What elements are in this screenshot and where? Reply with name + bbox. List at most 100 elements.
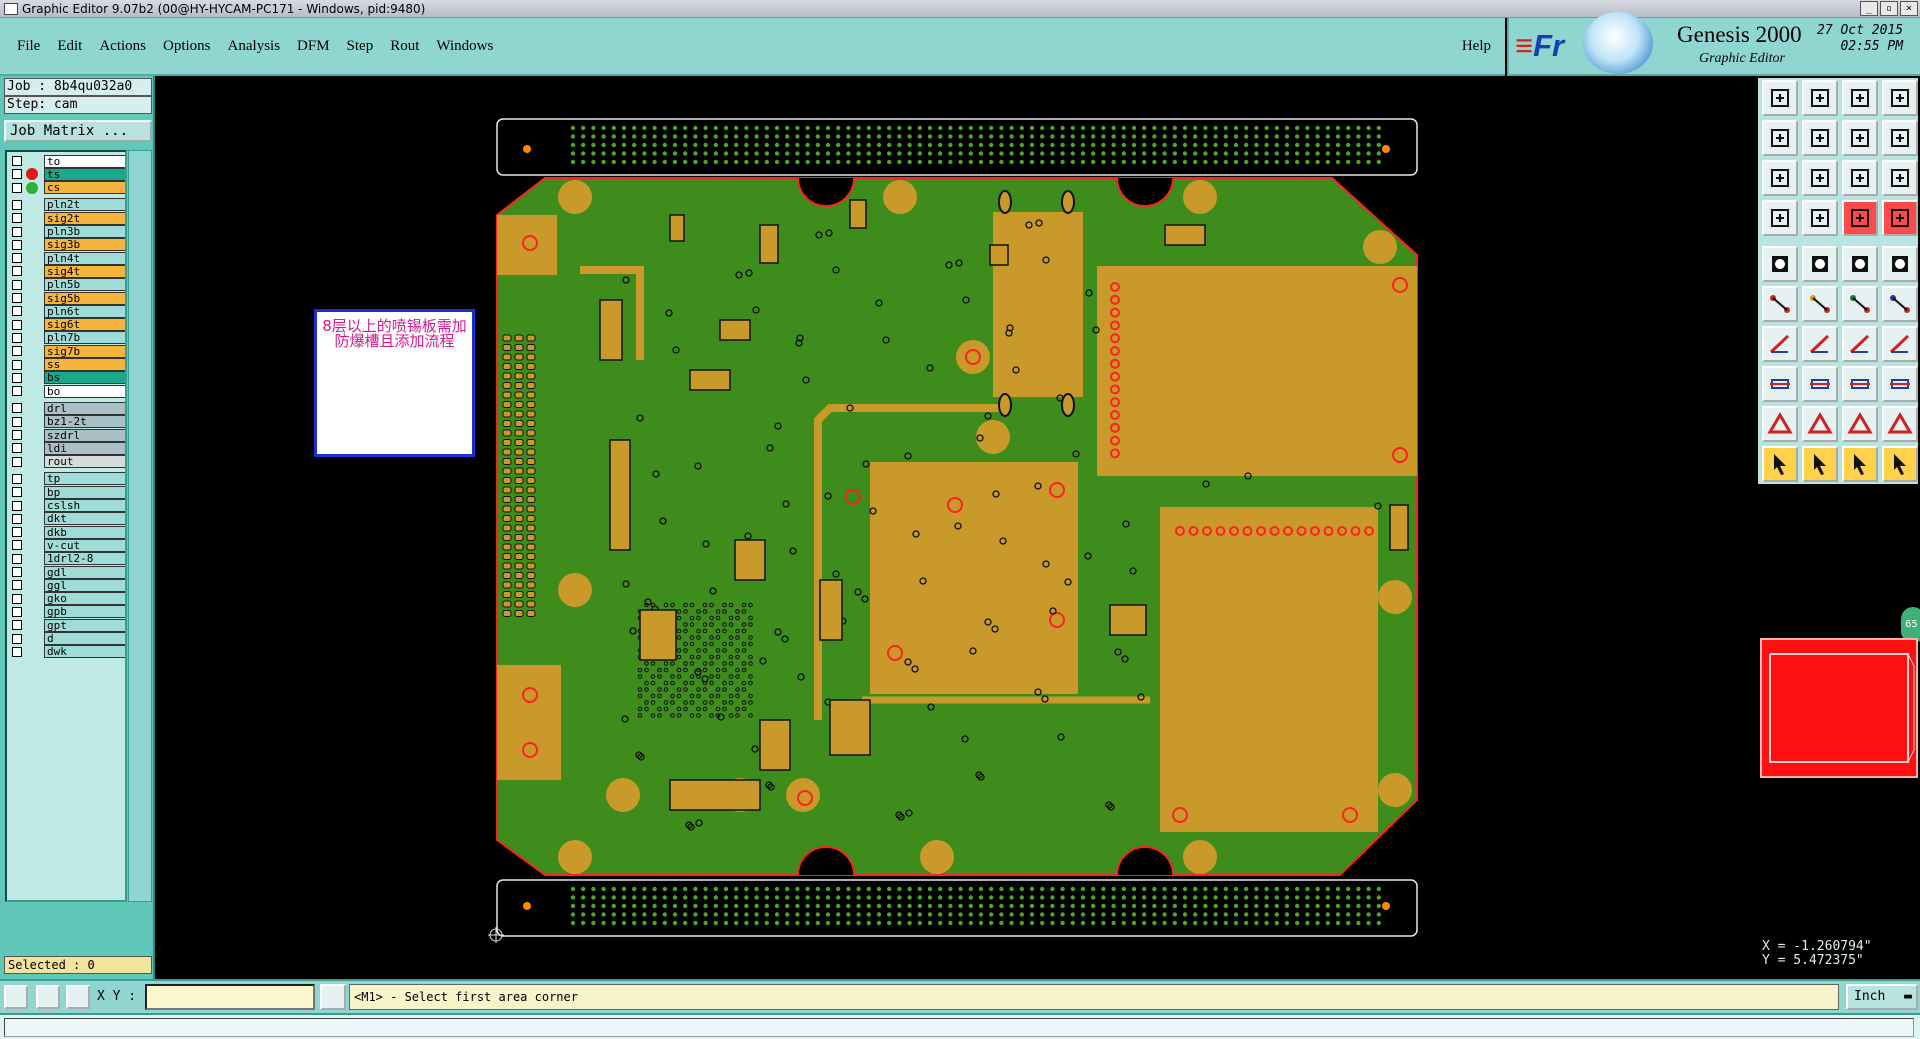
scale-1-2-icon[interactable] [1842, 160, 1878, 196]
snap-icon[interactable] [1842, 200, 1878, 236]
layer-checkbox[interactable] [12, 527, 22, 538]
layer-checkbox[interactable] [12, 359, 22, 370]
layer-row-drl[interactable]: drl [9, 401, 125, 415]
circle-icon[interactable] [1882, 246, 1918, 282]
layer-row-gpt[interactable]: gpt [9, 618, 125, 632]
note-box[interactable]: 8层以上的喷锡板需加防爆槽且添加流程 [314, 309, 475, 457]
layer-checkbox[interactable] [12, 182, 22, 193]
grid-icon[interactable] [1802, 200, 1838, 236]
layer-checkbox[interactable] [12, 156, 22, 166]
layer-checkbox[interactable] [12, 266, 22, 277]
connect-icon[interactable] [1762, 286, 1798, 322]
layer-checkbox[interactable] [12, 346, 22, 357]
unit-selector[interactable]: Inch ▬ [1846, 984, 1918, 1010]
cross-icon[interactable] [1802, 286, 1838, 322]
layer-row-pln3b[interactable]: pln3b [9, 225, 125, 239]
layer-checkbox[interactable] [12, 239, 22, 250]
menu-options[interactable]: Options [163, 38, 211, 55]
layer-row-ggl[interactable]: ggl [9, 578, 125, 592]
layer-row-to[interactable]: to [9, 154, 125, 168]
layer-row-bs[interactable]: bs [9, 371, 125, 385]
draw-line-icon[interactable] [1762, 326, 1798, 362]
layer-checkbox[interactable] [12, 593, 22, 604]
triangle-icon[interactable] [1762, 406, 1798, 442]
layer-row-1drl2-8[interactable]: 1drl2-8 [9, 552, 125, 566]
zoom-fit-icon[interactable] [1762, 160, 1798, 196]
move-dot-icon[interactable] [1842, 286, 1878, 322]
layer-row-cs[interactable]: cs [9, 181, 125, 195]
draw-slash-icon[interactable] [1802, 326, 1838, 362]
home-up-icon[interactable] [1762, 80, 1798, 116]
pointer-select-icon[interactable] [1802, 446, 1838, 482]
graphics-canvas[interactable] [157, 76, 1757, 979]
pan-scroll-icon[interactable] [1882, 120, 1918, 156]
minimize-button[interactable]: _ [1860, 1, 1878, 16]
layer-checkbox[interactable] [12, 386, 22, 397]
layer-row-bz1-2t[interactable]: bz1-2t [9, 415, 125, 429]
copy-icon[interactable] [1882, 366, 1918, 402]
layer-checkbox[interactable] [12, 332, 22, 343]
layer-checkbox[interactable] [12, 633, 22, 644]
layer-checkbox[interactable] [12, 253, 22, 264]
layer-checkbox[interactable] [12, 226, 22, 237]
menu-file[interactable]: File [17, 38, 40, 55]
layer-checkbox[interactable] [12, 567, 22, 577]
layer-row-tp[interactable]: tp [9, 472, 125, 486]
menu-edit[interactable]: Edit [57, 38, 82, 55]
pad-icon[interactable] [1762, 246, 1798, 282]
pan-flip-icon[interactable] [1842, 120, 1878, 156]
layer-checkbox[interactable] [12, 473, 22, 484]
measure-icon[interactable] [1762, 200, 1798, 236]
layer-checkbox[interactable] [12, 430, 22, 440]
pause-button[interactable] [320, 984, 346, 1010]
layer-row-d[interactable]: d [9, 632, 125, 646]
layer-row-gko[interactable]: gko [9, 592, 125, 606]
layer-row-bp[interactable]: bp [9, 485, 125, 499]
line-icon[interactable] [1802, 246, 1838, 282]
job-matrix-button[interactable]: Job Matrix ... [4, 120, 152, 142]
menu-dfm[interactable]: DFM [297, 38, 330, 55]
snap-alt-icon[interactable] [1882, 200, 1918, 236]
pan-right-icon[interactable] [1802, 120, 1838, 156]
resize-icon[interactable] [1842, 366, 1878, 402]
pcb-board-view[interactable] [157, 76, 1757, 979]
window-icon[interactable] [1882, 80, 1918, 116]
pointer-path-icon[interactable] [1882, 446, 1918, 482]
layer-row-pln4t[interactable]: pln4t [9, 251, 125, 265]
layer-row-gpb[interactable]: gpb [9, 605, 125, 619]
maximize-button[interactable]: ▫ [1880, 1, 1898, 16]
layer-list-scrollbar[interactable] [128, 150, 152, 902]
triangle-a3-icon[interactable] [1882, 406, 1918, 442]
triangle-a2-icon[interactable] [1842, 406, 1878, 442]
home-down-icon[interactable] [1802, 80, 1838, 116]
layer-checkbox[interactable] [12, 540, 22, 551]
layer-row-ss[interactable]: ss [9, 358, 125, 372]
layer-row-pln5b[interactable]: pln5b [9, 278, 125, 292]
add-pad-icon[interactable] [1762, 366, 1798, 402]
layer-row-dkt[interactable]: dkt [9, 512, 125, 526]
layer-checkbox[interactable] [12, 500, 22, 511]
query-icon[interactable] [1882, 160, 1918, 196]
layer-row-v-cut[interactable]: v-cut [9, 538, 125, 552]
home-icon[interactable] [1842, 80, 1878, 116]
layer-checkbox[interactable] [12, 169, 22, 180]
layer-preview[interactable] [1760, 638, 1918, 778]
layer-row-szdrl[interactable]: szdrl [9, 428, 125, 442]
layer-checkbox[interactable] [12, 306, 22, 317]
pointer-edit-icon[interactable] [1842, 446, 1878, 482]
menu-step[interactable]: Step [347, 38, 374, 55]
layer-row-sig7b[interactable]: sig7b [9, 344, 125, 358]
zoom-center-icon[interactable] [1802, 160, 1838, 196]
layer-checkbox[interactable] [12, 620, 22, 631]
layer-row-pln6t[interactable]: pln6t [9, 304, 125, 318]
layer-checkbox[interactable] [12, 416, 22, 427]
layer-row-dkb[interactable]: dkb [9, 525, 125, 539]
layer-checkbox[interactable] [12, 199, 22, 210]
menu-actions[interactable]: Actions [99, 38, 146, 55]
layer-checkbox[interactable] [12, 443, 22, 454]
grid-mode-icon[interactable] [66, 985, 90, 1009]
arc-icon[interactable] [1842, 326, 1878, 362]
layer-row-sig6t[interactable]: sig6t [9, 318, 125, 332]
layer-row-rout[interactable]: rout [9, 455, 125, 469]
layer-checkbox[interactable] [12, 553, 22, 564]
